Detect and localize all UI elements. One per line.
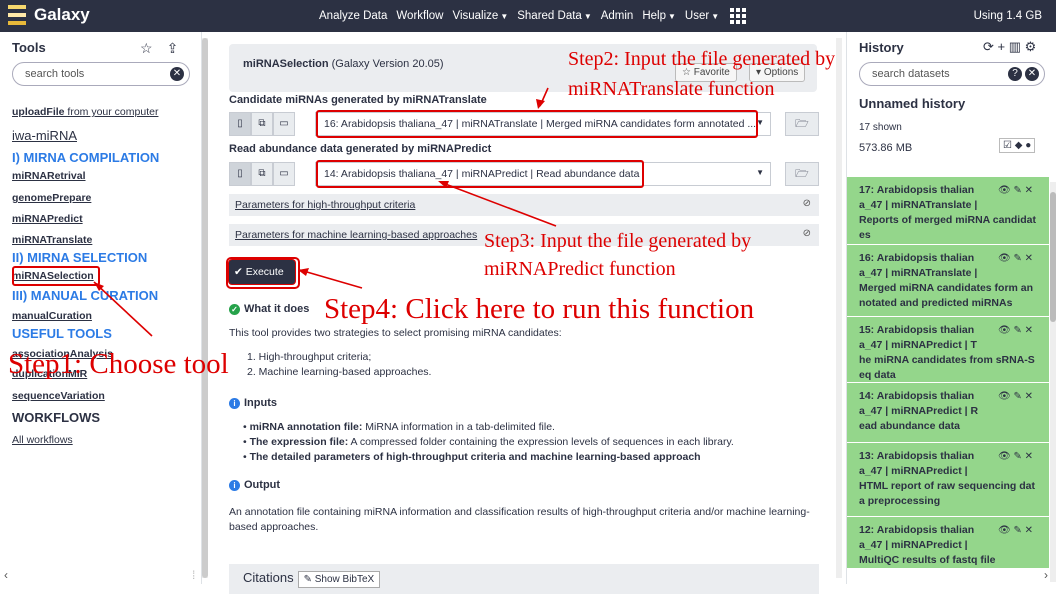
step4-annotation: Step4: Click here to run this function [324, 293, 755, 325]
step3-annotation-line2: miRNAPredict function [484, 258, 676, 280]
step1-annotation: Step1: Choose tool [8, 348, 229, 380]
step4-arrow [299, 269, 363, 289]
step2-annotation-line2: miRNATranslate function [568, 78, 775, 100]
step4-highlight-box [226, 257, 300, 289]
step2-annotation-line1: Step2: Input the file generated by [568, 48, 836, 70]
annotation-arrows [93, 87, 557, 337]
step3-arrow [439, 181, 557, 227]
arrowhead-icon [536, 99, 545, 109]
step3-annotation-line1: Step3: Input the file generated by [484, 230, 752, 252]
step1-arrow [93, 281, 153, 337]
arrowhead-icon [438, 181, 449, 188]
